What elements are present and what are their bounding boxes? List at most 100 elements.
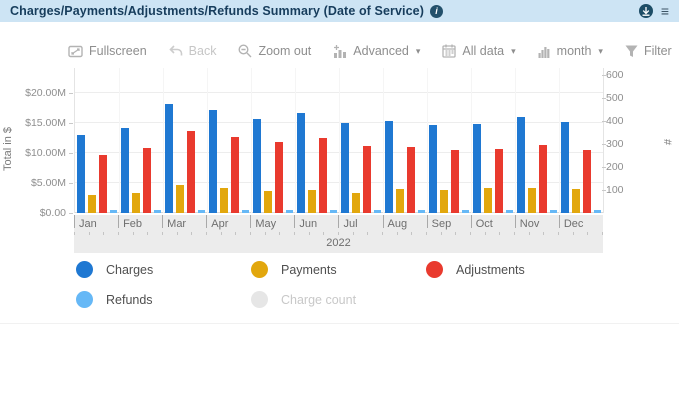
advanced-button[interactable]: Advanced ▾	[333, 44, 420, 58]
x-axis-minor-tick	[382, 232, 383, 235]
bar-group-apr	[207, 68, 251, 213]
legend-item-refunds[interactable]: Refunds	[76, 291, 251, 308]
x-axis-minor-tick	[499, 232, 500, 235]
bar-payments-nov[interactable]	[528, 188, 536, 213]
bar-adjustments-dec[interactable]	[583, 150, 591, 213]
x-axis-minor-tick	[279, 232, 280, 235]
bar-adjustments-jul[interactable]	[363, 146, 371, 213]
histogram-icon	[538, 46, 550, 58]
bar-charges-may[interactable]	[253, 119, 261, 213]
bar-payments-sep[interactable]	[440, 190, 448, 213]
bar-payments-aug[interactable]	[396, 189, 404, 213]
bar-adjustments-jun[interactable]	[319, 138, 327, 213]
bar-payments-jan[interactable]	[88, 195, 96, 213]
hamburger-menu-icon[interactable]: ≡	[661, 4, 669, 18]
bar-adjustments-aug[interactable]	[407, 147, 415, 213]
bar-adjustments-sep[interactable]	[451, 150, 459, 213]
download-icon[interactable]	[638, 4, 653, 18]
x-axis-minor-tick	[455, 232, 456, 235]
bar-payments-oct[interactable]	[484, 188, 492, 213]
bar-payments-jul[interactable]	[352, 193, 360, 213]
x-axis-label-dec: Dec	[558, 215, 603, 230]
x-axis-month-labels: Jan Feb Mar Apr May Jun Jul Aug Sep Oct Nov Dec	[74, 215, 603, 231]
widget-header: Charges/Payments/Adjustments/Refunds Sum…	[0, 0, 679, 22]
info-icon[interactable]: i	[429, 4, 443, 18]
bar-payments-dec[interactable]	[572, 189, 580, 213]
fullscreen-button[interactable]: Fullscreen	[68, 44, 147, 58]
legend-dot	[251, 291, 268, 308]
zoom-out-button[interactable]: Zoom out	[238, 44, 311, 58]
x-axis-minor-tick	[573, 232, 574, 235]
legend-label: Charge count	[281, 292, 357, 307]
x-axis-minor-tick	[602, 232, 603, 235]
bar-adjustments-apr[interactable]	[231, 137, 239, 213]
x-axis-minor-tick	[103, 232, 104, 235]
legend-dot	[251, 261, 268, 278]
all-data-label: All data	[462, 44, 505, 58]
bar-adjustments-may[interactable]	[275, 142, 283, 213]
bar-refunds-jan[interactable]	[110, 210, 117, 213]
bar-refunds-jun[interactable]	[330, 210, 337, 213]
bar-charges-nov[interactable]	[517, 117, 525, 213]
x-axis-minor-tick	[294, 232, 295, 235]
bar-charges-apr[interactable]	[209, 110, 217, 213]
widget-bottom-divider	[0, 323, 679, 324]
right-axis-tick-label: 600	[606, 69, 624, 81]
x-axis-minor-tick	[221, 232, 222, 235]
bar-charges-feb[interactable]	[121, 128, 129, 213]
x-axis-minor-tick	[191, 232, 192, 235]
bar-adjustments-nov[interactable]	[539, 145, 547, 213]
back-button[interactable]: Back	[169, 44, 216, 58]
left-axis-tick-mark	[69, 213, 73, 214]
filter-label: Filter	[643, 44, 672, 58]
bar-charges-dec[interactable]	[561, 122, 569, 213]
bar-charges-aug[interactable]	[385, 121, 393, 213]
bar-group-sep	[427, 68, 471, 213]
x-axis-label-jan: Jan	[74, 215, 118, 230]
bar-refunds-may[interactable]	[286, 210, 293, 213]
bar-adjustments-jan[interactable]	[99, 155, 107, 213]
bar-charges-mar[interactable]	[165, 104, 173, 213]
bar-group-aug	[383, 68, 427, 213]
bar-payments-jun[interactable]	[308, 190, 316, 213]
bar-adjustments-feb[interactable]	[143, 148, 151, 213]
bar-charges-oct[interactable]	[473, 124, 481, 213]
bar-charges-jan[interactable]	[77, 135, 85, 213]
bar-refunds-mar[interactable]	[198, 210, 205, 213]
bar-payments-feb[interactable]	[132, 193, 140, 213]
interval-button[interactable]: month ▾	[538, 44, 603, 58]
bar-refunds-jul[interactable]	[374, 210, 381, 213]
bar-refunds-feb[interactable]	[154, 210, 161, 213]
x-axis-minor-tick	[397, 232, 398, 235]
bar-charges-jun[interactable]	[297, 113, 305, 213]
left-axis-tick-mark	[69, 123, 73, 124]
legend-item-adjustments[interactable]: Adjustments	[426, 261, 525, 278]
legend-item-charges[interactable]: Charges	[76, 261, 251, 278]
bar-charges-sep[interactable]	[429, 125, 437, 213]
right-axis-tick-label: 200	[606, 161, 624, 173]
right-axis-tick-label: 300	[606, 138, 624, 150]
bar-refunds-nov[interactable]	[550, 210, 557, 213]
legend-item-charge-count[interactable]: Charge count	[251, 291, 426, 308]
title-wrap: Charges/Payments/Adjustments/Refunds Sum…	[10, 4, 443, 18]
bar-group-oct	[471, 68, 515, 213]
x-axis-label-jun: Jun	[294, 215, 338, 230]
bar-refunds-dec[interactable]	[594, 210, 601, 213]
bar-refunds-aug[interactable]	[418, 210, 425, 213]
bar-refunds-oct[interactable]	[506, 210, 513, 213]
bar-charges-jul[interactable]	[341, 123, 349, 213]
bar-group-feb	[119, 68, 163, 213]
bar-payments-apr[interactable]	[220, 188, 228, 213]
bar-payments-mar[interactable]	[176, 185, 184, 213]
left-axis-tick-mark	[69, 183, 73, 184]
x-axis-label-jul: Jul	[338, 215, 382, 230]
widget-title: Charges/Payments/Adjustments/Refunds Sum…	[10, 4, 424, 18]
filter-button[interactable]: Filter	[625, 44, 672, 58]
bar-adjustments-mar[interactable]	[187, 131, 195, 213]
bar-payments-may[interactable]	[264, 191, 272, 213]
bar-adjustments-oct[interactable]	[495, 149, 503, 213]
legend-item-payments[interactable]: Payments	[251, 261, 426, 278]
bar-refunds-apr[interactable]	[242, 210, 249, 213]
bar-refunds-sep[interactable]	[462, 210, 469, 213]
all-data-button[interactable]: All data ▾	[442, 44, 516, 58]
